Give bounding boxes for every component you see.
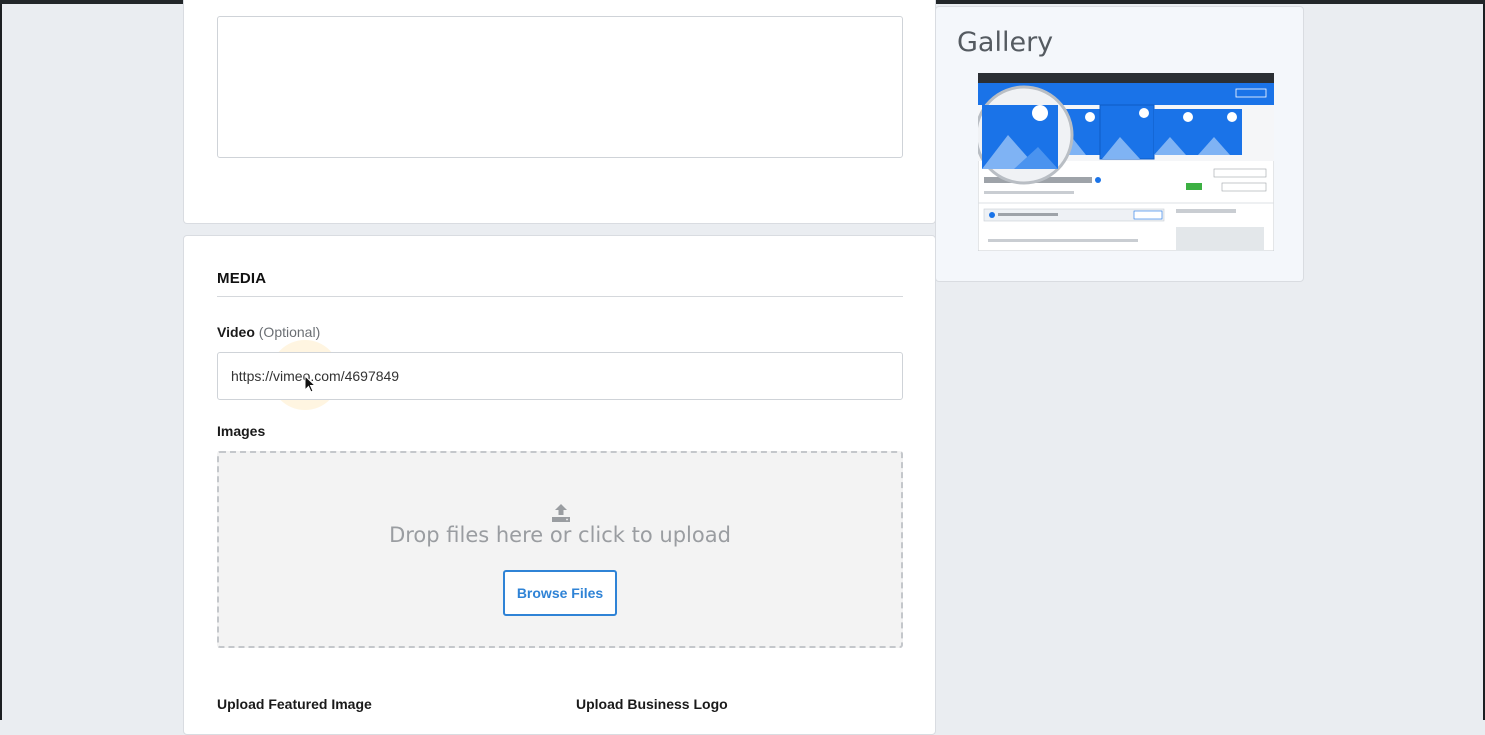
video-label: Video (Optional) (217, 324, 320, 340)
upload-business-logo-label: Upload Business Logo (576, 696, 728, 712)
video-optional-text: (Optional) (258, 324, 321, 340)
browse-files-button[interactable]: Browse Files (503, 570, 617, 616)
gallery-title: Gallery (957, 27, 1054, 58)
section-divider (217, 296, 903, 297)
gallery-illustration (978, 73, 1274, 251)
window-left-edge (0, 4, 2, 720)
dropzone-text: Drop files here or click to upload (389, 523, 731, 547)
video-label-text: Video (217, 324, 255, 340)
video-url-input[interactable]: https://vimeo.com/4697849 (217, 352, 903, 400)
mouse-cursor-icon (304, 375, 316, 393)
description-textarea[interactable] (217, 16, 903, 158)
media-card: MEDIA Video (Optional) https://vimeo.com… (183, 235, 936, 735)
upload-featured-image-label: Upload Featured Image (217, 696, 372, 712)
upload-icon (552, 504, 570, 522)
images-label: Images (217, 423, 266, 439)
image-dropzone[interactable]: Drop files here or click to upload Brows… (217, 451, 903, 648)
gallery-help-card: Gallery (935, 6, 1304, 282)
section-title-media: MEDIA (217, 270, 267, 287)
description-card (183, 0, 936, 224)
